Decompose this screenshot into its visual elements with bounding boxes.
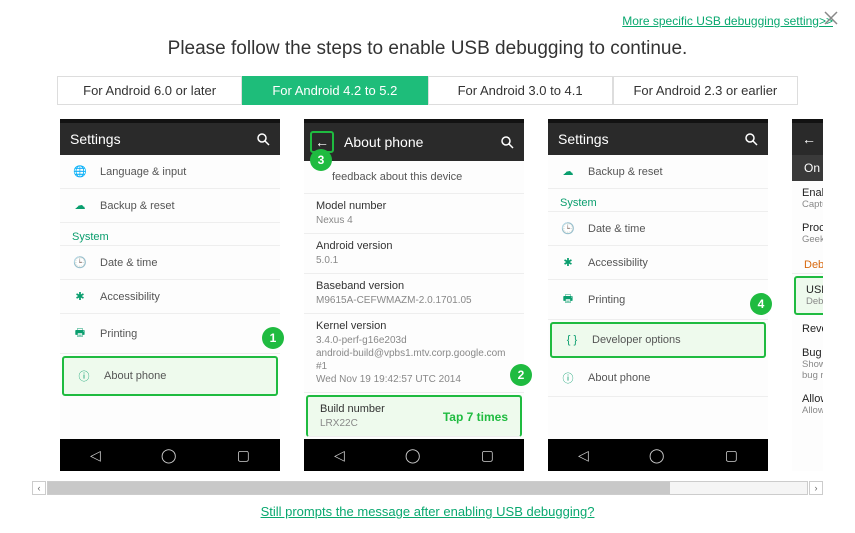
cloud-icon: ☁ bbox=[72, 199, 88, 212]
instruction-screenshots: Settings 🌐Language & input ☁Backup & res… bbox=[32, 119, 823, 477]
android-navbar: ◁ ◯ ▢ bbox=[548, 439, 768, 471]
horizontal-scrollbar[interactable]: ‹ › bbox=[32, 481, 823, 495]
phone3-header: Settings bbox=[548, 123, 768, 155]
info-android-version: Android version5.0.1 bbox=[304, 234, 524, 274]
home-icon: ◯ bbox=[649, 447, 665, 464]
back-icon: ← bbox=[802, 131, 816, 147]
phone2-header: ← About phone 3 bbox=[304, 123, 524, 161]
screenshot-step-2: ← About phone 3 feedback about this devi… bbox=[304, 119, 524, 471]
close-icon bbox=[824, 11, 838, 25]
clock-icon: 🕒 bbox=[72, 256, 88, 269]
more-settings-link-wrap: More specific USB debugging setting>> bbox=[22, 14, 833, 28]
step-badge-2: 2 bbox=[510, 364, 532, 386]
android-navbar: ◁ ◯ ▢ bbox=[60, 439, 280, 471]
list-item: feedback about this device bbox=[304, 161, 524, 194]
scroll-thumb[interactable] bbox=[48, 482, 670, 494]
tab-android-6[interactable]: For Android 6.0 or later bbox=[57, 76, 242, 105]
back-icon: ◁ bbox=[334, 447, 345, 464]
section-system: System bbox=[548, 189, 768, 212]
tab-android-4-2[interactable]: For Android 4.2 to 5.2 bbox=[242, 76, 427, 105]
info-icon: ⓘ bbox=[76, 368, 92, 384]
tab-android-3[interactable]: For Android 3.0 to 4.1 bbox=[428, 76, 613, 105]
recent-icon: ▢ bbox=[725, 447, 738, 464]
section-debugging: Debugging bbox=[792, 251, 823, 274]
print-icon: 🖶 bbox=[560, 290, 576, 309]
still-prompts-link[interactable]: Still prompts the message after enabling… bbox=[261, 504, 595, 519]
screenshot-step-3: Settings ☁Backup & reset System 🕒Date & … bbox=[548, 119, 768, 471]
dev-revoke: Revoke USB debu bbox=[792, 317, 823, 341]
dev-process-stats: Process StatsGeeky stats about r bbox=[792, 216, 823, 251]
recent-icon: ▢ bbox=[481, 447, 494, 464]
list-item: ☁Backup & reset bbox=[548, 155, 768, 189]
dev-on-bar: On bbox=[792, 155, 823, 181]
step-badge-4: 4 bbox=[750, 293, 772, 315]
more-settings-link[interactable]: More specific USB debugging setting>> bbox=[622, 14, 833, 28]
accessibility-icon: ✱ bbox=[72, 290, 88, 303]
info-baseband: Baseband versionM9615A-CEFWMAZM-2.0.1701… bbox=[304, 274, 524, 314]
braces-icon: { } bbox=[564, 334, 580, 346]
back-icon: ◁ bbox=[578, 447, 589, 464]
step-badge-3: 3 bbox=[310, 149, 332, 171]
android-navbar: ◁ ◯ ▢ bbox=[304, 439, 524, 471]
info-model: Model numberNexus 4 bbox=[304, 194, 524, 234]
recent-icon: ▢ bbox=[237, 447, 250, 464]
dev-bug-report: Bug report shortShow a button in th bug … bbox=[792, 341, 823, 387]
accessibility-icon: ✱ bbox=[560, 256, 576, 269]
search-icon bbox=[256, 132, 270, 146]
back-icon: ◁ bbox=[90, 447, 101, 464]
screenshot-step-4-partial: ← Develop On Enable BluetoothCapture all… bbox=[792, 119, 823, 471]
phone3-title: Settings bbox=[558, 131, 609, 147]
home-icon: ◯ bbox=[161, 447, 177, 464]
dev-bluetooth: Enable BluetoothCapture all bluetoot bbox=[792, 181, 823, 216]
close-button[interactable] bbox=[821, 8, 841, 28]
list-item: 🌐Language & input bbox=[60, 155, 280, 189]
developer-options-highlighted: { }Developer options bbox=[550, 322, 766, 358]
scroll-track[interactable] bbox=[47, 481, 808, 495]
phone1-title: Settings bbox=[70, 131, 121, 147]
scroll-right-arrow[interactable]: › bbox=[809, 481, 823, 495]
usb-debugging-highlighted: USB debuggingDebug mode when bbox=[794, 276, 823, 315]
info-kernel: Kernel version3.4.0-perf-g16e203d androi… bbox=[304, 314, 524, 393]
list-item: 🖶Printing 4 bbox=[548, 280, 768, 320]
scroll-left-arrow[interactable]: ‹ bbox=[32, 481, 46, 495]
list-item: 🕒Date & time bbox=[548, 212, 768, 246]
phone1-header: Settings bbox=[60, 123, 280, 155]
section-system: System bbox=[60, 223, 280, 246]
tap-7-times-label: Tap 7 times bbox=[443, 410, 508, 424]
clock-icon: 🕒 bbox=[560, 222, 576, 235]
dialog-title: Please follow the steps to enable USB de… bbox=[22, 38, 833, 60]
step-badge-1: 1 bbox=[262, 327, 284, 349]
phone2-title: About phone bbox=[344, 134, 423, 150]
list-item: 🖶Printing 1 bbox=[60, 314, 280, 354]
info-icon: ⓘ bbox=[560, 370, 576, 386]
list-item: ✱Accessibility bbox=[548, 246, 768, 280]
build-number-highlighted: Build numberLRX22C Tap 7 times bbox=[306, 395, 522, 437]
search-icon bbox=[744, 132, 758, 146]
print-icon: 🖶 bbox=[72, 324, 88, 343]
dev-mock-location: Allow mock locatAllow mock locatio bbox=[792, 387, 823, 422]
globe-icon: 🌐 bbox=[72, 165, 88, 178]
list-item: ☁Backup & reset bbox=[60, 189, 280, 223]
android-version-tabs: For Android 6.0 or later For Android 4.2… bbox=[57, 76, 798, 105]
home-icon: ◯ bbox=[405, 447, 421, 464]
list-item: ⓘAbout phone bbox=[548, 360, 768, 397]
phone4-header: ← Develop bbox=[792, 123, 823, 155]
list-item: 🕒Date & time bbox=[60, 246, 280, 280]
still-prompts-link-wrap: Still prompts the message after enabling… bbox=[22, 503, 833, 521]
tab-android-2-3[interactable]: For Android 2.3 or earlier bbox=[613, 76, 798, 105]
cloud-icon: ☁ bbox=[560, 165, 576, 178]
list-item: ✱Accessibility bbox=[60, 280, 280, 314]
screenshot-step-1: Settings 🌐Language & input ☁Backup & res… bbox=[60, 119, 280, 471]
about-phone-highlighted: ⓘAbout phone bbox=[62, 356, 278, 396]
search-icon bbox=[500, 135, 514, 149]
